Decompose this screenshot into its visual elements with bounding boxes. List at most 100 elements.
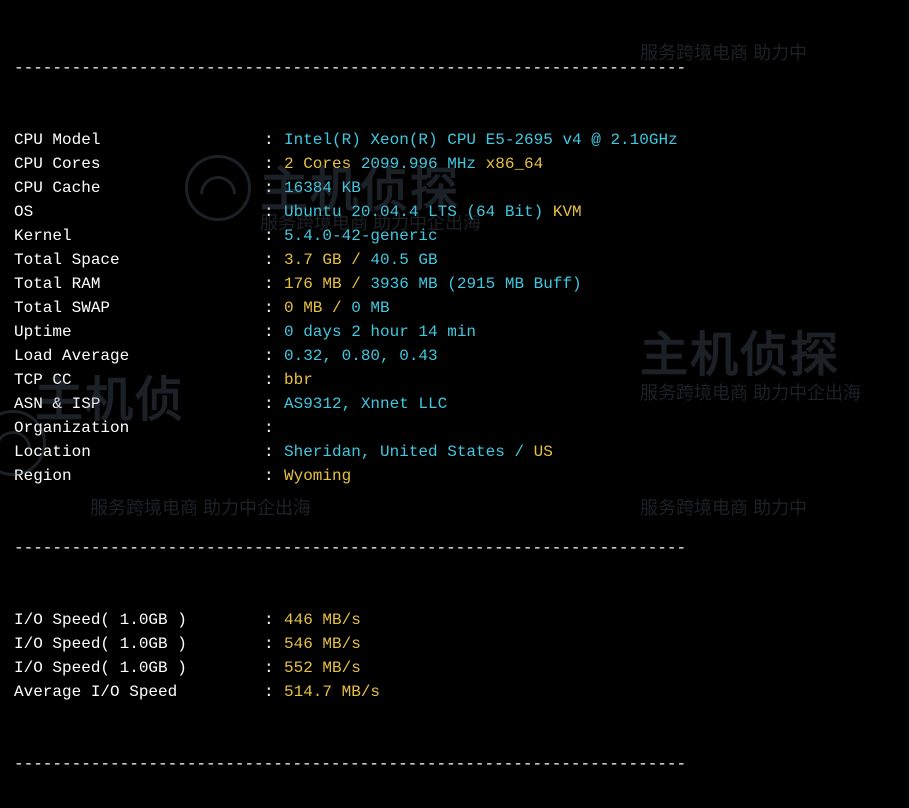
colon-separator: : — [264, 392, 284, 416]
value-segment: AS9312, Xnnet LLC — [284, 395, 447, 413]
value-segment: 446 MB/s — [284, 611, 361, 629]
info-value: 0 MB / 0 MB — [284, 296, 895, 320]
info-line: OS : Ubuntu 20.04.4 LTS (64 Bit) KVM — [14, 200, 895, 224]
colon-separator: : — [264, 200, 284, 224]
info-value: 546 MB/s — [284, 632, 895, 656]
info-value: 0 days 2 hour 14 min — [284, 320, 895, 344]
info-value: 3.7 GB / 40.5 GB — [284, 248, 895, 272]
value-segment: (2915 MB Buff) — [447, 275, 581, 293]
colon-separator: : — [264, 128, 284, 152]
value-segment: 3936 MB — [370, 275, 447, 293]
info-label: Region — [14, 464, 264, 488]
colon-separator: : — [264, 224, 284, 248]
info-line: Organization : — [14, 416, 895, 440]
value-segment: 3.7 GB / — [284, 251, 370, 269]
info-value: 552 MB/s — [284, 656, 895, 680]
info-value: Sheridan, United States / US — [284, 440, 895, 464]
info-label: Uptime — [14, 320, 264, 344]
colon-separator: : — [264, 152, 284, 176]
value-segment: 2 Cores — [284, 155, 361, 173]
info-label: Total SWAP — [14, 296, 264, 320]
info-label: I/O Speed( 1.0GB ) — [14, 656, 264, 680]
value-segment: Ubuntu 20.04.4 LTS (64 Bit) — [284, 203, 553, 221]
info-label: Kernel — [14, 224, 264, 248]
info-line: ASN & ISP : AS9312, Xnnet LLC — [14, 392, 895, 416]
info-label: I/O Speed( 1.0GB ) — [14, 608, 264, 632]
info-value: 176 MB / 3936 MB (2915 MB Buff) — [284, 272, 895, 296]
info-value: 446 MB/s — [284, 608, 895, 632]
colon-separator: : — [264, 680, 284, 704]
info-value: Intel(R) Xeon(R) CPU E5-2695 v4 @ 2.10GH… — [284, 128, 895, 152]
colon-separator: : — [264, 656, 284, 680]
divider: ----------------------------------------… — [14, 536, 895, 560]
info-value: 0.32, 0.80, 0.43 — [284, 344, 895, 368]
info-label: OS — [14, 200, 264, 224]
value-segment: Sheridan, United States / — [284, 443, 534, 461]
colon-separator: : — [264, 296, 284, 320]
colon-separator: : — [264, 176, 284, 200]
terminal-output: ----------------------------------------… — [0, 0, 909, 808]
value-segment: 2099.996 MHz — [361, 155, 486, 173]
value-segment: 16384 KB — [284, 179, 361, 197]
value-segment: 5.4.0-42-generic — [284, 227, 438, 245]
info-label: Load Average — [14, 344, 264, 368]
value-segment: 552 MB/s — [284, 659, 361, 677]
info-line: Average I/O Speed : 514.7 MB/s — [14, 680, 895, 704]
info-line: CPU Cache : 16384 KB — [14, 176, 895, 200]
value-segment: bbr — [284, 371, 313, 389]
colon-separator: : — [264, 440, 284, 464]
value-segment: 40.5 GB — [370, 251, 437, 269]
info-value: AS9312, Xnnet LLC — [284, 392, 895, 416]
info-value: 5.4.0-42-generic — [284, 224, 895, 248]
info-line: CPU Model : Intel(R) Xeon(R) CPU E5-2695… — [14, 128, 895, 152]
value-segment: Intel(R) Xeon(R) CPU E5-2695 v4 @ 2.10GH… — [284, 131, 678, 149]
value-segment: US — [534, 443, 553, 461]
info-label: CPU Cores — [14, 152, 264, 176]
info-value: 514.7 MB/s — [284, 680, 895, 704]
colon-separator: : — [264, 632, 284, 656]
info-label: CPU Cache — [14, 176, 264, 200]
info-label: CPU Model — [14, 128, 264, 152]
value-segment: 0.32, 0.80, 0.43 — [284, 347, 438, 365]
info-value — [284, 416, 895, 440]
value-segment: 176 MB / — [284, 275, 370, 293]
info-value: Ubuntu 20.04.4 LTS (64 Bit) KVM — [284, 200, 895, 224]
info-line: Total RAM : 176 MB / 3936 MB (2915 MB Bu… — [14, 272, 895, 296]
info-value: bbr — [284, 368, 895, 392]
info-line: I/O Speed( 1.0GB ) : 446 MB/s — [14, 608, 895, 632]
divider: ----------------------------------------… — [14, 752, 895, 776]
info-label: Organization — [14, 416, 264, 440]
colon-separator: : — [264, 320, 284, 344]
info-line: TCP CC : bbr — [14, 368, 895, 392]
info-label: Total Space — [14, 248, 264, 272]
info-line: Total SWAP : 0 MB / 0 MB — [14, 296, 895, 320]
value-segment: 0 days 2 hour 14 min — [284, 323, 476, 341]
info-line: Load Average : 0.32, 0.80, 0.43 — [14, 344, 895, 368]
info-line: I/O Speed( 1.0GB ) : 552 MB/s — [14, 656, 895, 680]
value-segment: 514.7 MB/s — [284, 683, 380, 701]
value-segment: Wyoming — [284, 467, 351, 485]
info-label: Average I/O Speed — [14, 680, 264, 704]
colon-separator: : — [264, 344, 284, 368]
colon-separator: : — [264, 368, 284, 392]
info-line: Location : Sheridan, United States / US — [14, 440, 895, 464]
divider: ----------------------------------------… — [14, 56, 895, 80]
info-line: Kernel : 5.4.0-42-generic — [14, 224, 895, 248]
info-label: Total RAM — [14, 272, 264, 296]
value-segment: 0 MB — [351, 299, 389, 317]
info-label: Location — [14, 440, 264, 464]
info-value: 16384 KB — [284, 176, 895, 200]
info-label: TCP CC — [14, 368, 264, 392]
colon-separator: : — [264, 608, 284, 632]
value-segment: 546 MB/s — [284, 635, 361, 653]
info-line: CPU Cores : 2 Cores 2099.996 MHz x86_64 — [14, 152, 895, 176]
value-segment: KVM — [553, 203, 582, 221]
info-line: Uptime : 0 days 2 hour 14 min — [14, 320, 895, 344]
colon-separator: : — [264, 248, 284, 272]
value-segment: x86_64 — [486, 155, 544, 173]
info-line: I/O Speed( 1.0GB ) : 546 MB/s — [14, 632, 895, 656]
info-value: Wyoming — [284, 464, 895, 488]
info-value: 2 Cores 2099.996 MHz x86_64 — [284, 152, 895, 176]
info-label: I/O Speed( 1.0GB ) — [14, 632, 264, 656]
info-line: Region : Wyoming — [14, 464, 895, 488]
